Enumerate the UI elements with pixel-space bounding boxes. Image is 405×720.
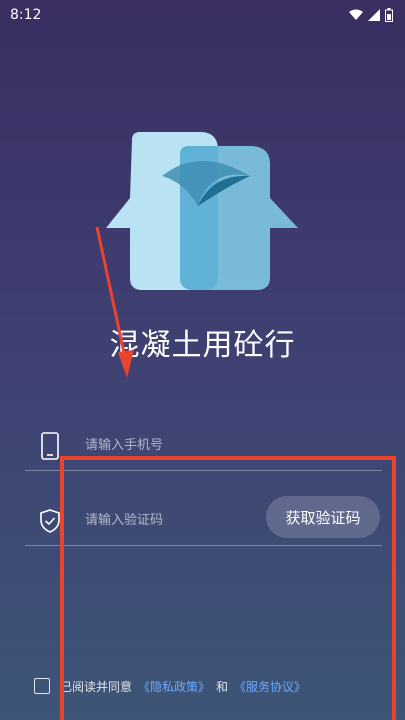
status-icons: [349, 8, 393, 22]
agreement-prefix: 已阅读并同意: [60, 679, 133, 694]
privacy-policy-link[interactable]: 《隐私政策》: [138, 678, 210, 695]
verification-code-input[interactable]: [85, 513, 255, 528]
code-field: 获取验证码: [25, 496, 382, 546]
shield-check-icon: [33, 504, 67, 538]
agreement-row: 已阅读并同意 《隐私政策》 和 《服务协议》: [34, 676, 312, 696]
status-time: 8:12: [10, 7, 42, 23]
phone-icon: [33, 429, 67, 463]
app-logo-icon: [106, 132, 298, 290]
battery-icon: [385, 8, 393, 22]
phone-input[interactable]: [85, 438, 255, 453]
signal-icon: [368, 9, 380, 21]
wifi-icon: [349, 9, 363, 20]
app-title: 混凝土用砼行: [109, 328, 296, 363]
agreement-conjunction: 和: [216, 679, 229, 694]
agreement-checkbox[interactable]: [34, 678, 50, 694]
service-agreement-link[interactable]: 《服务协议》: [234, 678, 306, 695]
phone-field: [25, 421, 382, 471]
status-bar: 8:12: [0, 0, 405, 30]
get-code-button[interactable]: 获取验证码: [266, 496, 380, 538]
